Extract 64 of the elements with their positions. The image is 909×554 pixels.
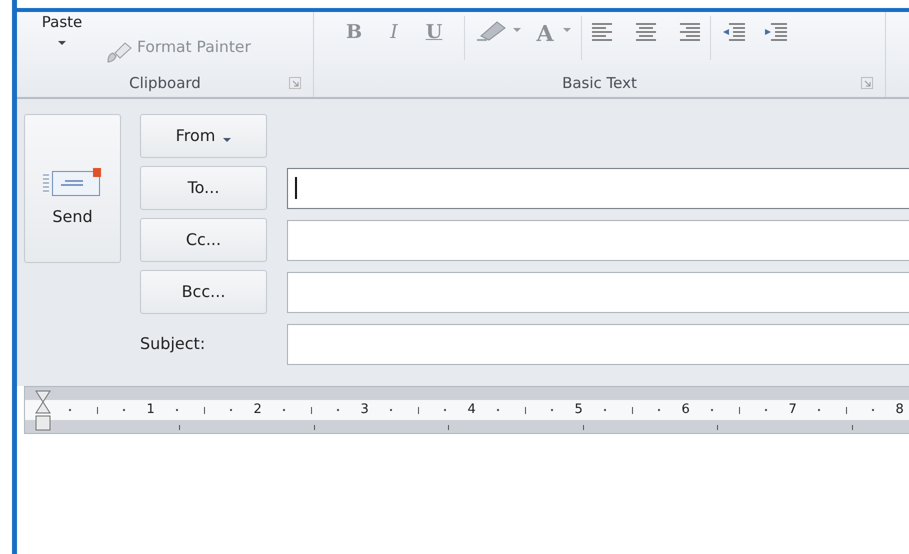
from-button[interactable]: From [140,114,267,158]
dropdown-arrow-icon[interactable] [513,28,521,32]
dropdown-arrow-icon [223,138,232,142]
ruler-tick [336,409,339,411]
address-button[interactable]: Bcc... [140,270,267,314]
align-right-icon[interactable] [680,22,700,42]
ruler-tick [711,409,714,411]
paste-button[interactable]: Paste [35,13,89,45]
ruler-tick [204,406,205,414]
send-button[interactable]: Send [24,114,121,263]
address-field[interactable] [287,220,909,260]
ruler-tick [764,409,767,411]
ruler-tick [846,406,847,414]
dialog-launcher-icon[interactable] [861,77,873,89]
tab-stop-mark [717,425,718,430]
ruler-tick [230,409,232,411]
ruler-number: 2 [253,401,262,420]
envelope-icon [42,167,102,197]
increase-indent-icon[interactable] [763,22,787,42]
ruler-tick [818,409,820,411]
align-center-icon[interactable] [636,22,656,42]
ruler-number: 8 [895,401,904,420]
ruler-tick [122,409,125,411]
paintbrush-icon [105,40,133,64]
ruler-tick [418,406,419,414]
dropdown-arrow-icon[interactable] [563,28,571,32]
ruler-tick [96,406,98,414]
group-label: Basic Text [562,72,637,94]
text-cursor [295,177,297,199]
address-field[interactable] [287,272,909,312]
tab-stop-mark [582,425,584,430]
dropdown-arrow-icon [58,41,66,45]
indent-marker-icon[interactable] [35,390,51,432]
ruler-tick [444,409,446,411]
ruler-tick [310,406,312,414]
ruler-tick [69,409,72,411]
ruler-number: 7 [788,401,797,420]
subject-label: Subject: [140,333,206,355]
ruler-tick [604,409,606,411]
address-button[interactable]: To... [140,166,267,210]
align-left-icon[interactable] [592,22,612,42]
ruler-tick [658,409,660,411]
ruler-tick [632,406,633,414]
address-button[interactable]: Cc... [140,218,267,262]
tab-stop-mark [448,425,449,430]
ruler-tick [283,409,286,411]
ruler-tick [550,409,553,411]
subject-field[interactable] [287,324,909,364]
ruler-tick [497,409,500,411]
ruler-number: 3 [360,401,369,420]
decrease-indent-icon[interactable] [721,22,745,42]
ruler-tick [390,409,392,411]
ruler-number: 5 [574,401,583,420]
address-field[interactable] [287,168,909,208]
ruler-tick [524,406,526,414]
group-label: Clipboard [129,72,201,94]
ruler-tick [176,409,178,411]
ruler-number: 1 [146,401,155,420]
ruler-tick [872,409,874,411]
ruler-tick [738,406,740,414]
tab-stop-mark [179,425,180,430]
ruler-number: 4 [467,401,476,420]
dialog-launcher-icon[interactable] [289,77,301,89]
ruler-number: 6 [681,401,690,420]
